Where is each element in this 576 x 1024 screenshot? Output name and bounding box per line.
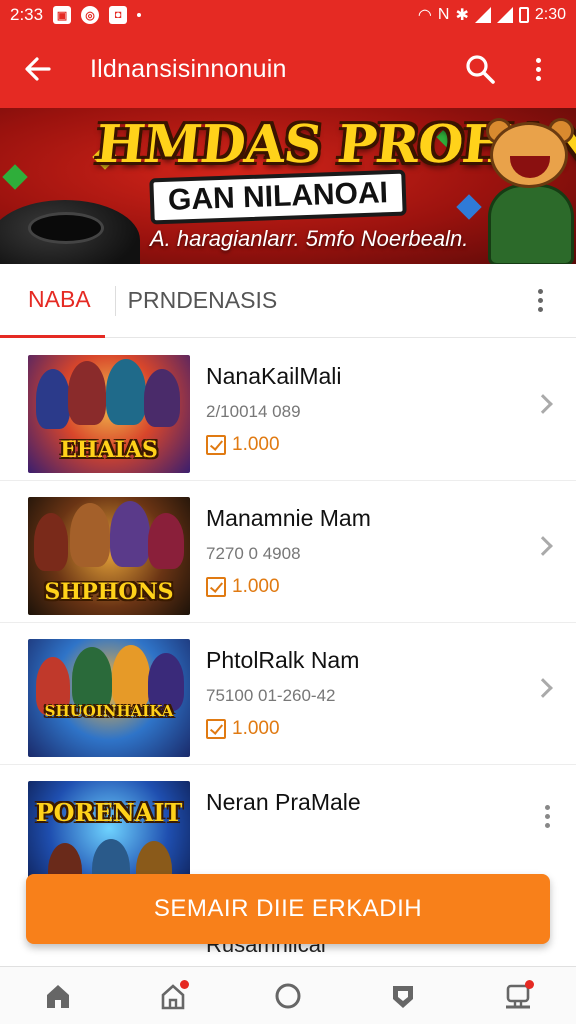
game-meta: 75100 01-260-42	[206, 686, 336, 705]
price-value: 1.000	[232, 434, 280, 455]
chevron-right-icon[interactable]	[533, 394, 553, 414]
mascot-head	[490, 122, 568, 188]
more-notifications-icon	[137, 13, 142, 17]
game-name: Manamnie Mam	[206, 505, 371, 531]
tab-naba[interactable]: NABA	[0, 264, 105, 338]
nav-circle[interactable]	[264, 972, 312, 1020]
more-vert-icon	[535, 57, 541, 81]
thumbnail-logo: SHPHONS	[44, 581, 174, 603]
signal-2-icon	[496, 7, 513, 23]
status-time-right: 2:30	[534, 6, 566, 23]
battery-icon	[518, 7, 529, 23]
notification-badge	[525, 979, 535, 989]
game-thumbnail: SHPHONS	[28, 497, 190, 615]
thumbnail-logo: SHUOINHAIKA	[44, 704, 174, 719]
status-bar: 2:33 ▣ ◎ ◘ ◠ N ✱ 2:30	[0, 0, 576, 30]
tab-bar: NABA PRNDENASIS	[0, 264, 576, 338]
banner-subheadline: GAN NILANOAI	[149, 169, 407, 225]
bottom-navigation	[0, 966, 576, 1024]
nav-house-alert[interactable]	[149, 972, 197, 1020]
status-time-left: 2:33	[10, 5, 44, 24]
more-vert-icon	[545, 805, 550, 828]
overflow-menu-button[interactable]	[518, 49, 558, 89]
price-value: 1.000	[232, 576, 280, 597]
chevron-right-icon[interactable]	[533, 678, 553, 698]
signal-icon	[474, 7, 491, 23]
nfc-icon: N	[437, 6, 450, 23]
list-item[interactable]: EHAIAS NanaKailMali 2/10014 089 1.000	[0, 339, 576, 481]
arrow-left-icon	[25, 57, 51, 81]
game-name: Neran PraMale	[206, 789, 361, 815]
checkbox-icon	[206, 719, 226, 739]
game-meta: 7270 0 4908	[206, 544, 301, 563]
back-button[interactable]	[18, 49, 58, 89]
tab-overflow-button[interactable]	[528, 281, 552, 321]
game-thumbnail: EHAIAS	[28, 355, 190, 473]
app-bar: Ildnansisinnonuin	[0, 30, 576, 108]
game-name: PhtolRalk Nam	[206, 647, 360, 673]
list-item[interactable]: SHUOINHAIKA PhtolRalk Nam 75100 01-260-4…	[0, 623, 576, 765]
gallery-notification-icon: ▣	[53, 6, 72, 24]
tab-prndenasis[interactable]: PRNDENASIS	[114, 285, 277, 316]
home-icon	[46, 984, 69, 1008]
shop-notification-icon: ◘	[109, 6, 128, 24]
checkbox-icon	[206, 577, 226, 597]
game-meta: 2/10014 089	[206, 402, 301, 421]
mascot-bear-graphic	[472, 118, 576, 264]
nav-home[interactable]	[34, 972, 82, 1020]
nav-profile[interactable]	[494, 972, 542, 1020]
search-button[interactable]	[460, 49, 500, 89]
circle-icon	[275, 983, 301, 1008]
mascot-body	[488, 184, 574, 264]
search-icon	[466, 55, 495, 84]
gem-graphic	[2, 164, 28, 190]
list-item[interactable]: SHPHONS Manamnie Mam 7270 0 4908 1.000	[0, 481, 576, 623]
thumbnail-logo: PORENAIT	[35, 801, 183, 825]
nav-shield[interactable]	[379, 972, 427, 1020]
game-price: 1.000	[206, 718, 359, 740]
game-price: 1.000	[206, 576, 371, 598]
page-title: Ildnansisinnonuin	[90, 54, 287, 83]
game-thumbnail: SHUOINHAIKA	[28, 639, 190, 757]
notification-badge	[179, 979, 189, 989]
chevron-right-icon[interactable]	[533, 536, 553, 556]
more-vert-icon	[537, 289, 543, 312]
price-value: 1.000	[232, 718, 280, 739]
wifi-icon: ◠	[417, 7, 432, 24]
game-name: NanaKailMali	[206, 363, 342, 389]
shield-icon	[393, 985, 414, 1008]
app-notification-icon: ◎	[81, 6, 100, 24]
item-overflow-button[interactable]	[545, 805, 550, 828]
checkbox-icon	[206, 435, 226, 455]
primary-action-button[interactable]: SEMAIR DIIE ERKADIH	[26, 874, 550, 944]
thumbnail-logo: EHAIAS	[60, 439, 158, 461]
game-price: 1.000	[206, 434, 342, 456]
banner-caption: A. haragianlarr. 5mfo Noerbealn.	[150, 226, 469, 251]
promo-banner[interactable]: HMDAS PROHAN GAN NILANOAI A. haragianlar…	[0, 108, 576, 264]
cauldron-graphic	[0, 200, 140, 264]
game-list: EHAIAS NanaKailMali 2/10014 089 1.000 SH…	[0, 339, 576, 907]
screen: 2:33 ▣ ◎ ◘ ◠ N ✱ 2:30 Ildnansisinnonuin	[0, 0, 576, 1024]
bluetooth-icon: ✱	[455, 7, 469, 24]
